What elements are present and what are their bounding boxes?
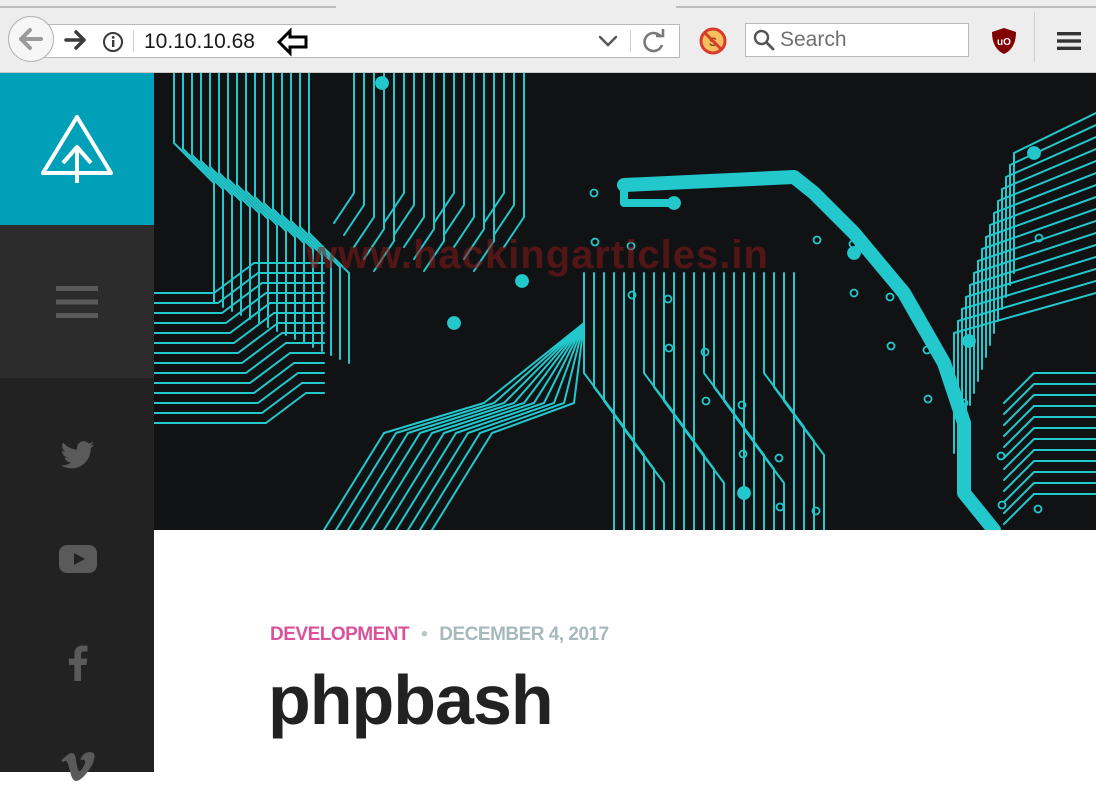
ublock-origin-icon[interactable]: uO xyxy=(990,26,1018,56)
post-title[interactable]: phpbash xyxy=(268,660,554,740)
hamburger-icon xyxy=(56,285,98,318)
twitter-icon xyxy=(61,441,95,469)
twitter-link[interactable] xyxy=(52,429,104,481)
reload-icon[interactable] xyxy=(640,28,668,56)
info-icon xyxy=(103,32,123,52)
hero-image: www.hackingarticles.in xyxy=(154,73,1096,530)
forward-arrow-icon xyxy=(64,30,86,50)
tab-edge-right xyxy=(676,0,1096,8)
post-meta: DEVELOPMENT • DECEMBER 4, 2017 xyxy=(270,624,609,646)
browser-toolbar: 10.10.10.68 S uO xyxy=(0,0,1096,73)
post-header: DEVELOPMENT • DECEMBER 4, 2017 phpbash xyxy=(154,530,1096,772)
annotation-arrow-icon xyxy=(276,27,308,57)
site-menu-toggle[interactable] xyxy=(0,225,154,378)
facebook-link[interactable] xyxy=(52,637,104,689)
youtube-link[interactable] xyxy=(52,533,104,585)
vimeo-icon xyxy=(61,752,95,781)
watermark-text: www.hackingarticles.in xyxy=(306,233,769,277)
circuit-board-illustration xyxy=(154,73,1096,530)
site-info-button[interactable] xyxy=(96,28,130,56)
back-arrow-icon xyxy=(19,28,43,50)
post-category-link[interactable]: DEVELOPMENT xyxy=(270,624,410,645)
svg-text:uO: uO xyxy=(997,37,1011,48)
post-date: DECEMBER 4, 2017 xyxy=(439,624,609,645)
toolbar-divider xyxy=(1034,12,1035,62)
facebook-icon xyxy=(68,645,88,681)
vimeo-link[interactable] xyxy=(52,741,104,793)
search-icon xyxy=(753,29,775,51)
noscript-icon[interactable]: S xyxy=(698,26,728,56)
back-button[interactable] xyxy=(8,16,54,62)
forward-button[interactable] xyxy=(60,24,90,56)
url-divider xyxy=(133,30,134,52)
triangle-arrow-logo-icon xyxy=(41,115,113,183)
dropdown-chevron-icon[interactable] xyxy=(596,30,620,52)
hamburger-menu-icon[interactable] xyxy=(1054,26,1084,56)
url-bar[interactable] xyxy=(44,24,680,58)
url-text[interactable]: 10.10.10.68 xyxy=(144,28,255,56)
search-input[interactable] xyxy=(780,26,960,54)
youtube-icon xyxy=(59,545,97,573)
site-logo[interactable] xyxy=(0,73,154,225)
url-divider-2 xyxy=(630,30,631,52)
tab-edge-left xyxy=(0,0,336,8)
site-sidebar xyxy=(0,73,154,781)
meta-separator: • xyxy=(421,624,428,645)
